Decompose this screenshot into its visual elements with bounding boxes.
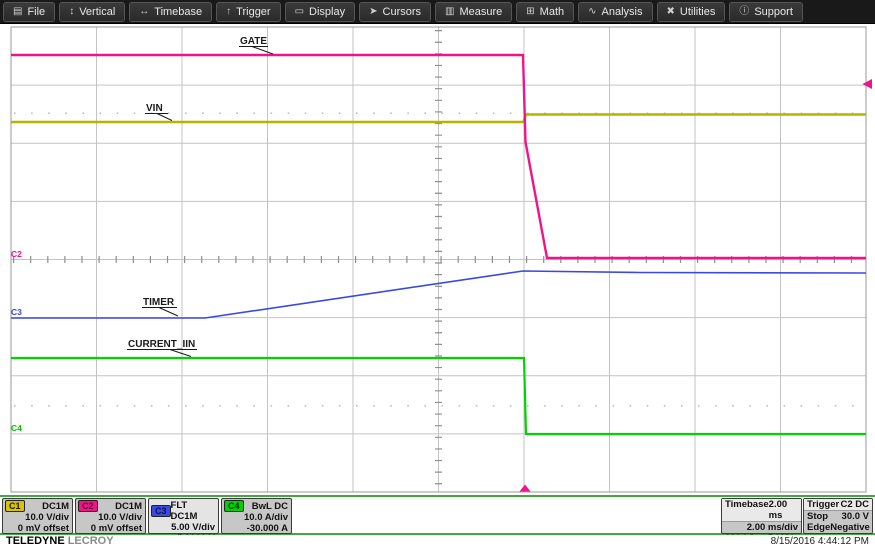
- footer: TELEDYNE LECROY 8/15/2016 4:44:12 PM: [0, 535, 875, 547]
- trigger-position-marker[interactable]: [519, 484, 531, 492]
- menu-measure[interactable]: ▥ Measure: [435, 1, 513, 22]
- datetime-stamp: 8/15/2016 4:44:12 PM: [770, 535, 869, 547]
- c3-zero-marker[interactable]: C3: [11, 307, 22, 317]
- c3-badge: C3: [151, 505, 171, 517]
- trigger-level: 30.0 V: [841, 511, 869, 522]
- menu-vertical-label: Vertical: [79, 5, 116, 18]
- svg-text:GATE: GATE: [240, 36, 267, 47]
- menu-vertical[interactable]: ↕ Vertical: [59, 1, 126, 22]
- c2-coupling: DC1M: [115, 500, 142, 512]
- c4-scale: 10.0 A/div: [243, 512, 288, 523]
- trigger-slope: Negative: [830, 522, 870, 533]
- cursors-icon: ➤: [369, 5, 378, 17]
- menu-bar: ▤ File ↕ Vertical ↔ Timebase ↑ Trigger ▭ Disp…: [0, 0, 875, 24]
- menu-utilities[interactable]: ✖ Utilities: [656, 1, 726, 22]
- menu-trigger[interactable]: ↑ Trigger: [216, 1, 281, 22]
- menu-cursors-label: Cursors: [382, 5, 422, 18]
- vin-label: VIN: [145, 103, 173, 121]
- svg-text:TIMER: TIMER: [143, 297, 175, 308]
- c1-coupling: DC1M: [42, 500, 69, 512]
- trigger-level-marker[interactable]: [862, 79, 873, 89]
- menu-timebase[interactable]: ↔ Timebase: [129, 1, 213, 22]
- current-iin-label: CURRENT_IIN: [127, 339, 197, 357]
- menu-support-label: Support: [754, 5, 793, 18]
- c3-coupling: FLT DC1M: [170, 500, 198, 522]
- timebase-title: Timebase: [725, 499, 769, 510]
- timebase-per-div: 2.00 ms/div: [746, 522, 798, 533]
- analysis-icon: ∿: [588, 5, 597, 17]
- c1-descriptor[interactable]: C1 DC1M 10.0 V/div 0 mV offset: [2, 498, 73, 534]
- waveform-display[interactable]: GATE VIN TIMER CURRENT_IIN C2 C3 C4: [0, 24, 875, 495]
- c2-offset: 0 mV offset: [90, 523, 142, 534]
- panel-top-rule: [0, 495, 875, 497]
- menu-utilities-label: Utilities: [679, 5, 716, 18]
- menu-analysis[interactable]: ∿ Analysis: [578, 1, 653, 22]
- menu-timebase-label: Timebase: [154, 5, 203, 18]
- c4-descriptor[interactable]: C4 BwL DC 10.0 A/div -30.000 A: [221, 498, 292, 534]
- menu-file[interactable]: ▤ File: [3, 1, 56, 22]
- c4-offset: -30.000 A: [246, 523, 288, 534]
- menu-display-label: Display: [309, 5, 346, 18]
- brand-lecroy: LECROY: [67, 535, 114, 547]
- trigger-title: Trigger: [807, 499, 840, 510]
- trigger-icon: ↑: [226, 5, 232, 17]
- c3-descriptor[interactable]: C3 FLT DC1M 5.00 V/div -5.0000 V: [148, 498, 219, 544]
- timer-label: TIMER: [142, 297, 179, 317]
- menu-measure-label: Measure: [459, 5, 503, 18]
- measure-icon: ▥: [445, 5, 455, 17]
- support-icon: ⓘ: [739, 5, 750, 17]
- c4-coupling: BwL DC: [251, 500, 288, 512]
- display-icon: ▭: [294, 5, 305, 17]
- menu-math[interactable]: ⊞ Math: [516, 1, 575, 22]
- menu-cursors[interactable]: ➤ Cursors: [359, 1, 432, 22]
- menu-display[interactable]: ▭ Display: [284, 1, 356, 22]
- menu-analysis-label: Analysis: [601, 5, 643, 18]
- file-icon: ▤: [13, 5, 23, 17]
- c1-offset: 0 mV offset: [17, 523, 69, 534]
- graticule: [10, 26, 867, 493]
- trigger-descriptor[interactable]: Trigger C2 DC Stop 30.0 V Edge Negative: [803, 498, 873, 534]
- trigger-type: Edge: [807, 522, 831, 533]
- timebase-icon: ↔: [139, 5, 150, 17]
- utilities-icon: ✖: [666, 5, 675, 17]
- svg-text:VIN: VIN: [146, 103, 163, 114]
- c1-badge: C1: [5, 500, 25, 512]
- menu-trigger-label: Trigger: [236, 5, 271, 18]
- c2-descriptor[interactable]: C2 DC1M 10.0 V/div 0 mV offset: [75, 498, 146, 534]
- c4-badge: C4: [224, 500, 244, 512]
- c3-scale: 5.00 V/div: [171, 522, 215, 533]
- menu-math-label: Math: [539, 5, 565, 18]
- menu-file-label: File: [27, 5, 46, 18]
- math-icon: ⊞: [526, 5, 535, 17]
- menu-support[interactable]: ⓘ Support: [729, 1, 803, 22]
- brand-logo: TELEDYNE LECROY: [6, 535, 114, 547]
- trigger-mode: Stop: [807, 511, 829, 522]
- timebase-value: 2.00 ms: [768, 499, 788, 521]
- svg-text:CURRENT_IIN: CURRENT_IIN: [128, 339, 195, 350]
- timebase-descriptor[interactable]: Timebase 2.00 ms 2.00 ms/div 100 kS 5 MS…: [721, 498, 802, 544]
- c1-scale: 10.0 V/div: [25, 512, 69, 523]
- c2-zero-marker[interactable]: C2: [11, 249, 22, 259]
- brand-teledyne: TELEDYNE: [6, 535, 65, 547]
- trigger-source: C2 DC: [840, 499, 869, 510]
- c2-badge: C2: [78, 500, 98, 512]
- c4-zero-marker[interactable]: C4: [11, 423, 22, 433]
- vertical-icon: ↕: [69, 5, 75, 17]
- c2-scale: 10.0 V/div: [98, 512, 142, 523]
